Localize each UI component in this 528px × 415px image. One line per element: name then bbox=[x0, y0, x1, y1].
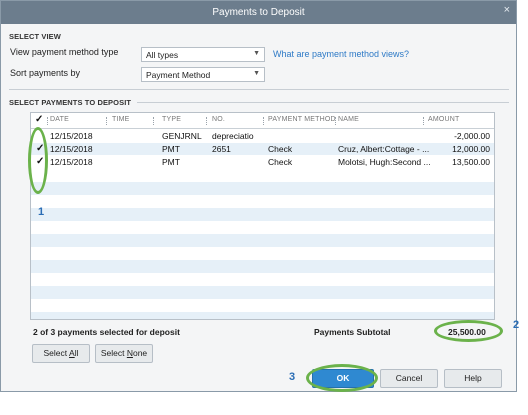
cell-amount: 12,000.00 bbox=[452, 144, 490, 154]
ok-callout-oval bbox=[306, 364, 378, 392]
column-time[interactable]: TIME bbox=[112, 116, 130, 123]
window-title: Payments to Deposit bbox=[212, 7, 305, 18]
method-type-label: View payment method type bbox=[10, 47, 119, 57]
payments-table: ✓ DATE TIME TYPE NO. PAYMENT METHOD NAME… bbox=[30, 112, 495, 320]
column-date[interactable]: DATE bbox=[50, 116, 69, 123]
select-view-heading: SELECT VIEW bbox=[9, 32, 61, 41]
cell-type: GENJRNL bbox=[162, 131, 202, 141]
payment-method-views-link[interactable]: What are payment method views? bbox=[273, 49, 409, 59]
selected-summary: 2 of 3 payments selected for deposit bbox=[33, 327, 180, 337]
cell-date: 12/15/2018 bbox=[50, 131, 93, 141]
callout-number-2: 2 bbox=[513, 319, 520, 331]
select-none-button[interactable]: Select None bbox=[95, 344, 153, 363]
sort-label: Sort payments by bbox=[10, 68, 81, 78]
help-button[interactable]: Help bbox=[444, 369, 502, 388]
sort-select[interactable]: Payment Method ▼ bbox=[141, 67, 265, 82]
cell-name: Cruz, Albert:Cottage - ... bbox=[338, 144, 430, 154]
column-separator bbox=[206, 117, 208, 125]
cell-amount: -2,000.00 bbox=[454, 131, 490, 141]
table-row[interactable]: ✓ 12/15/2018 PMT Check Molotsi, Hugh:Sec… bbox=[31, 156, 494, 168]
column-separator bbox=[423, 117, 425, 125]
callout-number-3: 3 bbox=[289, 371, 296, 383]
scrollbar-track bbox=[494, 128, 495, 320]
table-row[interactable]: 12/15/2018 GENJRNL depreciatio -2,000.00 bbox=[31, 130, 494, 142]
close-icon[interactable]: × bbox=[504, 4, 510, 16]
subtotal-label: Payments Subtotal bbox=[314, 327, 391, 337]
column-separator bbox=[263, 117, 265, 125]
cancel-button[interactable]: Cancel bbox=[380, 369, 438, 388]
chevron-down-icon: ▼ bbox=[253, 70, 260, 77]
callout-number-1: 1 bbox=[38, 206, 45, 218]
select-payments-heading: SELECT PAYMENTS TO DEPOSIT bbox=[9, 98, 132, 107]
column-name[interactable]: NAME bbox=[338, 116, 359, 123]
column-separator bbox=[335, 117, 337, 125]
method-type-value: All types bbox=[146, 50, 179, 60]
title-bar: Payments to Deposit × bbox=[1, 1, 516, 24]
cell-no: 2651 bbox=[212, 144, 231, 154]
cell-name: Molotsi, Hugh:Second ... bbox=[338, 157, 431, 167]
checkbox-callout-oval bbox=[28, 127, 48, 194]
cell-type: PMT bbox=[162, 157, 180, 167]
column-separator bbox=[153, 117, 155, 125]
cell-method: Check bbox=[268, 157, 293, 167]
cell-method: Check bbox=[268, 144, 293, 154]
table-header: ✓ DATE TIME TYPE NO. PAYMENT METHOD NAME… bbox=[31, 113, 494, 129]
column-separator bbox=[106, 117, 108, 125]
cell-no: depreciatio bbox=[212, 131, 254, 141]
method-type-select[interactable]: All types ▼ bbox=[141, 47, 265, 62]
table-row[interactable]: ✓ 12/15/2018 PMT 2651 Check Cruz, Albert… bbox=[31, 143, 494, 155]
column-no[interactable]: NO. bbox=[212, 116, 225, 123]
subtotal-callout-oval bbox=[434, 320, 503, 342]
section-divider bbox=[9, 89, 509, 90]
column-check[interactable]: ✓ bbox=[35, 114, 44, 125]
cell-date: 12/15/2018 bbox=[50, 144, 93, 154]
heading-rule bbox=[137, 102, 509, 103]
column-amount[interactable]: AMOUNT bbox=[428, 116, 460, 123]
empty-rows-area bbox=[31, 169, 494, 319]
chevron-down-icon: ▼ bbox=[253, 50, 260, 57]
cell-date: 12/15/2018 bbox=[50, 157, 93, 167]
column-type[interactable]: TYPE bbox=[162, 116, 181, 123]
sort-value: Payment Method bbox=[146, 70, 211, 80]
cell-amount: 13,500.00 bbox=[452, 157, 490, 167]
column-separator bbox=[47, 117, 49, 125]
select-all-button[interactable]: Select All bbox=[32, 344, 90, 363]
column-payment-method[interactable]: PAYMENT METHOD bbox=[268, 116, 336, 123]
cell-type: PMT bbox=[162, 144, 180, 154]
